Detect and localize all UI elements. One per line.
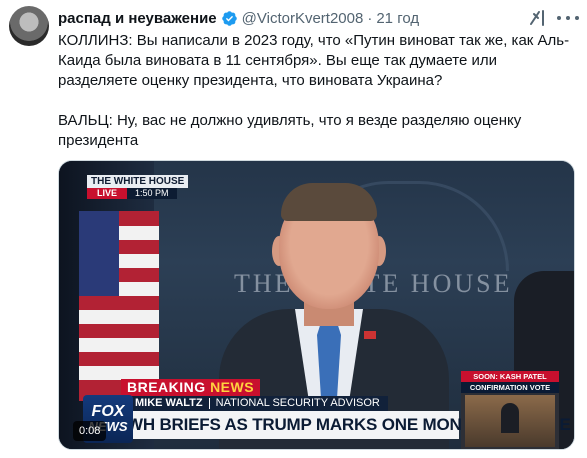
breaking-suffix: NEWS	[210, 379, 255, 395]
speaker-hair	[281, 183, 377, 221]
logo-top: FOX	[91, 403, 125, 420]
more-dot	[566, 16, 570, 20]
breaking-prefix: BREAKING	[127, 379, 206, 395]
breaking-news-bar: BREAKING NEWS	[121, 379, 261, 396]
more-dot	[557, 16, 561, 20]
speaker-name: MIKE WALTZ	[135, 397, 203, 409]
author-name[interactable]: распад и неуважение	[58, 10, 217, 27]
flag-pin	[364, 331, 376, 339]
verified-badge-icon	[221, 10, 237, 26]
live-label: LIVE	[87, 188, 128, 199]
post-paragraph-1: КОЛЛИНЗ: Вы написали в 2023 году, что «П…	[58, 32, 570, 89]
post-text: КОЛЛИНЗ: Вы написали в 2023 году, что «П…	[58, 31, 580, 151]
more-dot	[575, 16, 579, 20]
live-time: 1:50 PM	[127, 188, 177, 199]
soon-title: SOON: KASH PATEL	[461, 371, 559, 382]
video-timestamp: 0:08	[73, 421, 107, 441]
post-header: распад и неуважение @VictorKvert2008 · 2…	[58, 8, 419, 28]
white-house-bug: THE WHITE HOUSE LIVE 1:50 PM	[87, 175, 197, 199]
bug-title: THE WHITE HOUSE	[87, 175, 189, 188]
separator-dot: ·	[367, 9, 373, 27]
speaker-role: NATIONAL SECURITY ADVISOR	[215, 397, 380, 409]
author-avatar[interactable]	[9, 6, 49, 46]
chyron-headline: WH BRIEFS AS TRUMP MARKS ONE MONTH IN OF…	[121, 411, 571, 439]
video-player[interactable]: THE WHITE HOUSE THE WHITE HOUSE LIVE 1:5…	[58, 160, 575, 450]
more-icon[interactable]	[557, 8, 579, 28]
soon-preview-box: SOON: KASH PATEL CONFIRMATION VOTE	[461, 371, 559, 449]
post-paragraph-2: ВАЛЬЦ: Ну, вас не должно удивлять, что я…	[58, 112, 526, 149]
post-time[interactable]: 21 год	[376, 10, 419, 27]
lower-third-name: MIKE WALTZ NATIONAL SECURITY ADVISOR	[121, 396, 388, 411]
soon-preview-image	[465, 395, 555, 447]
breaking-label: BREAKING NEWS	[121, 379, 261, 396]
live-indicator: LIVE 1:50 PM	[87, 188, 177, 199]
grok-icon[interactable]	[528, 8, 548, 28]
us-flag-image	[79, 211, 159, 401]
soon-subtitle: CONFIRMATION VOTE	[461, 382, 559, 393]
author-handle[interactable]: @VictorKvert2008	[242, 10, 364, 27]
